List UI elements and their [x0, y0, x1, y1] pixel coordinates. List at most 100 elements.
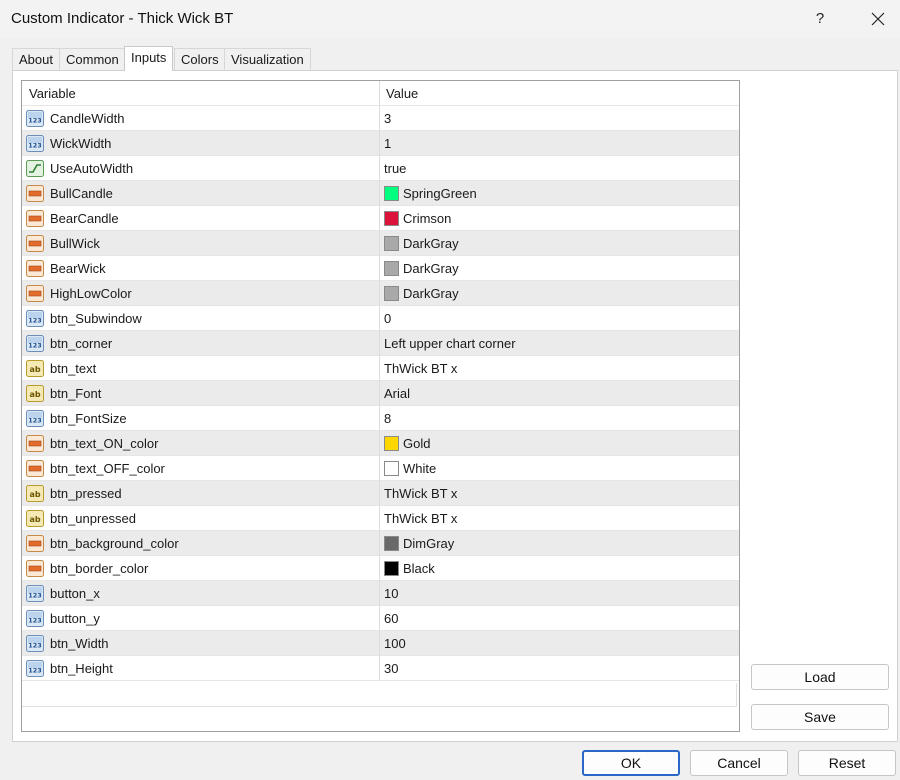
table-row[interactable]: btn_text_ON_color Gold [22, 431, 739, 456]
variable-value[interactable]: Arial [384, 386, 410, 401]
variable-value[interactable]: White [403, 461, 436, 476]
variable-name: btn_text_OFF_color [50, 461, 165, 476]
table-row[interactable]: btn_text_OFF_color White [22, 456, 739, 481]
title-bar: Custom Indicator - Thick Wick BT ? [0, 0, 900, 38]
variable-value[interactable]: DarkGray [403, 236, 459, 251]
close-button[interactable] [856, 4, 900, 34]
variable-value[interactable]: ThWick BT x [384, 486, 457, 501]
svg-text:123: 123 [28, 317, 42, 325]
tab-about[interactable]: About [12, 48, 60, 70]
table-row[interactable]: 123 btn_Height 30 [22, 656, 739, 681]
variable-value[interactable]: ThWick BT x [384, 361, 457, 376]
table-row[interactable]: BearWick DarkGray [22, 256, 739, 281]
color-swatch[interactable] [384, 236, 399, 251]
tab-colors[interactable]: Colors [174, 48, 226, 70]
table-row[interactable]: ab btn_pressed ThWick BT x [22, 481, 739, 506]
variable-name: WickWidth [50, 136, 112, 151]
column-header-variable[interactable]: Variable [29, 86, 76, 101]
color-swatch[interactable] [384, 261, 399, 276]
variable-value[interactable]: 8 [384, 411, 391, 426]
table-row[interactable]: 123 btn_FontSize 8 [22, 406, 739, 431]
column-header-value[interactable]: Value [386, 86, 418, 101]
grid-empty-row [22, 683, 737, 707]
table-row[interactable]: 123 CandleWidth 3 [22, 106, 739, 131]
integer-icon: 123 [26, 310, 44, 327]
table-row[interactable]: btn_border_color Black [22, 556, 739, 581]
variable-value[interactable]: 1 [384, 136, 391, 151]
variable-value[interactable]: SpringGreen [403, 186, 477, 201]
color-icon [26, 235, 44, 252]
integer-icon: 123 [26, 635, 44, 652]
table-row[interactable]: HighLowColor DarkGray [22, 281, 739, 306]
variable-name: UseAutoWidth [50, 161, 134, 176]
color-swatch[interactable] [384, 536, 399, 551]
svg-text:123: 123 [28, 142, 42, 150]
variable-name: btn_Subwindow [50, 311, 142, 326]
variable-value[interactable]: Left upper chart corner [384, 336, 516, 351]
svg-text:123: 123 [28, 642, 42, 650]
ok-button[interactable]: OK [582, 750, 680, 776]
table-row[interactable]: 123 btn_corner Left upper chart corner [22, 331, 739, 356]
variable-value[interactable]: DarkGray [403, 286, 459, 301]
table-row[interactable]: 123 button_y 60 [22, 606, 739, 631]
table-row[interactable]: BearCandle Crimson [22, 206, 739, 231]
variable-value[interactable]: 100 [384, 636, 406, 651]
color-swatch[interactable] [384, 436, 399, 451]
color-swatch[interactable] [384, 461, 399, 476]
close-icon [871, 12, 885, 26]
variable-name: btn_pressed [50, 486, 122, 501]
variable-value[interactable]: Crimson [403, 211, 451, 226]
color-icon [26, 560, 44, 577]
color-swatch[interactable] [384, 561, 399, 576]
tab-common[interactable]: Common [59, 48, 126, 70]
column-separator[interactable] [379, 81, 380, 681]
load-button[interactable]: Load [751, 664, 889, 690]
variable-name: BullWick [50, 236, 100, 251]
variable-name: btn_Font [50, 386, 102, 401]
boolean-icon [26, 160, 44, 177]
variable-name: btn_Height [50, 661, 113, 676]
color-swatch[interactable] [384, 211, 399, 226]
variable-value[interactable]: 0 [384, 311, 391, 326]
integer-icon: 123 [26, 135, 44, 152]
table-row[interactable]: 123 btn_Width 100 [22, 631, 739, 656]
table-row[interactable]: 123 button_x 10 [22, 581, 739, 606]
cancel-button[interactable]: Cancel [690, 750, 788, 776]
table-row[interactable]: BullCandle SpringGreen [22, 181, 739, 206]
tab-visualization[interactable]: Visualization [224, 48, 311, 70]
variable-value[interactable]: DimGray [403, 536, 454, 551]
integer-icon: 123 [26, 660, 44, 677]
table-row[interactable]: 123 WickWidth 1 [22, 131, 739, 156]
variable-value[interactable]: 60 [384, 611, 398, 626]
save-button[interactable]: Save [751, 704, 889, 730]
table-row[interactable]: UseAutoWidth true [22, 156, 739, 181]
variable-value[interactable]: 3 [384, 111, 391, 126]
svg-text:123: 123 [28, 342, 42, 350]
color-swatch[interactable] [384, 186, 399, 201]
help-button[interactable]: ? [800, 4, 840, 34]
variable-name: btn_text [50, 361, 97, 376]
inputs-grid[interactable]: Variable Value 123 CandleWidth 3 123 WickWid… [21, 80, 740, 732]
variable-value[interactable]: true [384, 161, 406, 176]
tab-inputs[interactable]: Inputs [124, 46, 174, 71]
table-row[interactable]: btn_background_color DimGray [22, 531, 739, 556]
color-icon [26, 185, 44, 202]
variable-name: CandleWidth [50, 111, 125, 126]
table-row[interactable]: 123 btn_Subwindow 0 [22, 306, 739, 331]
table-row[interactable]: ab btn_Font Arial [22, 381, 739, 406]
variable-value[interactable]: DarkGray [403, 261, 459, 276]
variable-name: BullCandle [50, 186, 113, 201]
integer-icon: 123 [26, 410, 44, 427]
table-row[interactable]: BullWick DarkGray [22, 231, 739, 256]
reset-button[interactable]: Reset [798, 750, 896, 776]
variable-value[interactable]: 30 [384, 661, 398, 676]
variable-value[interactable]: ThWick BT x [384, 511, 457, 526]
variable-name: HighLowColor [50, 286, 132, 301]
variable-value[interactable]: Black [403, 561, 435, 576]
variable-value[interactable]: 10 [384, 586, 398, 601]
variable-value[interactable]: Gold [403, 436, 430, 451]
table-row[interactable]: ab btn_unpressed ThWick BT x [22, 506, 739, 531]
window-title: Custom Indicator - Thick Wick BT [11, 10, 234, 27]
color-swatch[interactable] [384, 286, 399, 301]
table-row[interactable]: ab btn_text ThWick BT x [22, 356, 739, 381]
